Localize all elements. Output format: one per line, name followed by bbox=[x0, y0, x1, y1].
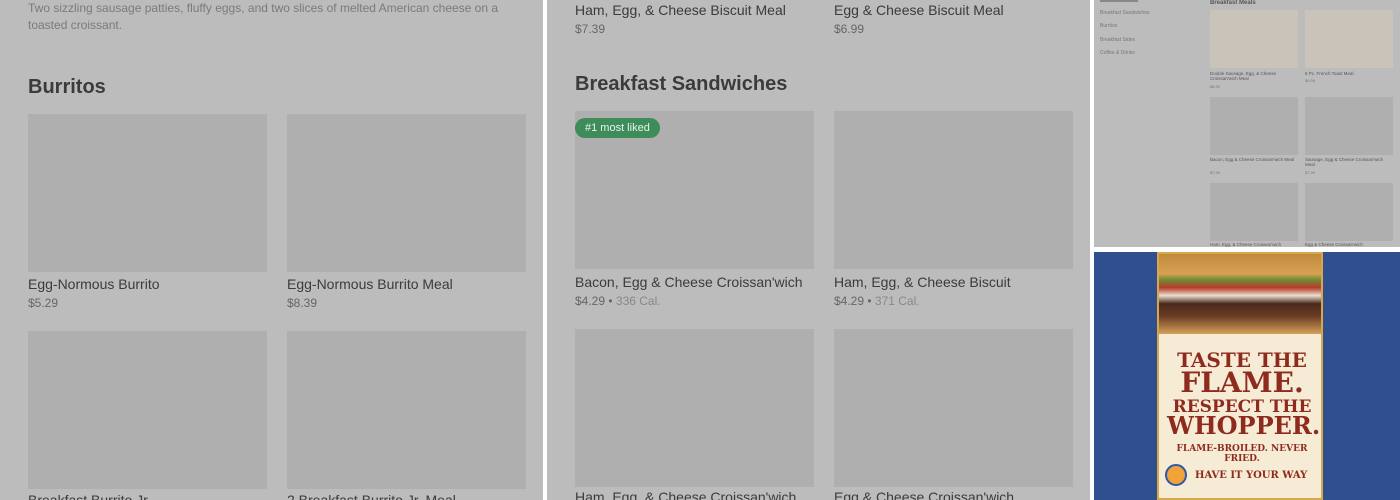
menu-item-name[interactable]: Bacon, Egg & Cheese Croissan'wich bbox=[575, 274, 803, 290]
menu-item-price: $6.99 bbox=[834, 22, 865, 36]
calories: 371 Cal. bbox=[874, 294, 920, 308]
section-title-burritos: Burritos bbox=[28, 76, 106, 98]
poster-photo: TASTE THE FLAME. RESPECT THE WHOPPER. FL… bbox=[1094, 252, 1400, 500]
menu-item-name[interactable]: Ham, Egg, & Cheese Biscuit Meal bbox=[575, 2, 786, 18]
breakfast-sandwiches-panel: Ham, Egg, & Cheese Biscuit Meal $7.39 Eg… bbox=[547, 0, 1090, 500]
menu-item-image[interactable] bbox=[1305, 183, 1393, 241]
nav-item[interactable]: Breakfast Sandwiches bbox=[1100, 10, 1149, 16]
menu-item-price: $4.29 • 336 Cal. bbox=[575, 294, 661, 308]
menu-item-name[interactable]: Ham, Egg, & Cheese Croissan'wich bbox=[1210, 242, 1298, 247]
menu-item-price: $8.39 bbox=[287, 296, 318, 310]
menu-item-price: $8.39 bbox=[1210, 84, 1221, 89]
menu-item-name[interactable]: Ham, Egg, & Cheese Croissan'wich bbox=[575, 489, 796, 500]
menu-item-name[interactable]: Egg-Normous Burrito Meal bbox=[287, 276, 453, 292]
menu-item-name[interactable]: Double Sausage, Egg, & Cheese Croissan'w… bbox=[1210, 71, 1298, 81]
menu-item-image[interactable] bbox=[1305, 10, 1393, 68]
item-description: Two sizzling sausage patties, fluffy egg… bbox=[28, 1, 499, 32]
menu-item-image[interactable] bbox=[1210, 183, 1298, 241]
poster-slogan: HAVE IT YOUR WAY bbox=[1195, 470, 1308, 481]
menu-item-image[interactable] bbox=[287, 331, 526, 489]
nav-item[interactable]: Burritos bbox=[1100, 23, 1117, 29]
menu-item-price: $4.29 • 371 Cal. bbox=[834, 294, 920, 308]
menu-item-image[interactable] bbox=[28, 114, 267, 272]
poster-tagline: FLAME-BROILED. NEVER FRIED. bbox=[1176, 444, 1308, 464]
menu-item-name[interactable]: Sausage, Egg & Cheese Croissan'wich Meal bbox=[1305, 157, 1393, 167]
menu-item-image[interactable] bbox=[834, 111, 1073, 269]
section-title-breakfast-sandwiches: Breakfast Sandwiches bbox=[575, 73, 788, 95]
menu-item-name[interactable]: Egg & Cheese Croissan'wich bbox=[1305, 242, 1393, 247]
menu-item-image[interactable] bbox=[834, 329, 1073, 487]
menu-item-name[interactable]: 2 Breakfast Burrito Jr. Meal bbox=[287, 492, 456, 500]
menu-item-price: $7.39 bbox=[1210, 170, 1221, 175]
price: $4.29 bbox=[575, 294, 606, 308]
nav-active-indicator bbox=[1100, 0, 1138, 2]
calories: 336 Cal. bbox=[615, 294, 661, 308]
breakfast-meals-thumbnail: Breakfast Sandwiches Burritos Breakfast … bbox=[1094, 0, 1400, 247]
menu-item-image[interactable] bbox=[575, 329, 814, 487]
menu-item-price: $7.39 bbox=[575, 22, 606, 36]
poster-headline-line: WHOPPER. bbox=[1167, 411, 1321, 440]
menu-item-price: $5.29 bbox=[28, 296, 59, 310]
whopper-poster: TASTE THE FLAME. RESPECT THE WHOPPER. FL… bbox=[1157, 252, 1323, 500]
most-liked-badge: #1 most liked bbox=[575, 118, 660, 138]
menu-item-image[interactable] bbox=[287, 114, 526, 272]
menu-item-name[interactable]: Egg-Normous Burrito bbox=[28, 276, 160, 292]
section-title: Breakfast Meals bbox=[1210, 0, 1256, 6]
burritos-menu-panel: Two sizzling sausage patties, fluffy egg… bbox=[0, 0, 543, 500]
menu-item-name[interactable]: Egg & Cheese Biscuit Meal bbox=[834, 2, 1004, 18]
menu-item-name[interactable]: Egg & Cheese Croissan'wich bbox=[834, 489, 1014, 500]
nav-item[interactable]: Coffee & Drinks bbox=[1100, 50, 1135, 56]
menu-item-image[interactable] bbox=[1305, 97, 1393, 155]
menu-item-image[interactable] bbox=[1210, 10, 1298, 68]
burger-image bbox=[1159, 254, 1321, 334]
menu-item-name[interactable]: Bacon, Egg & Cheese Croissan'wich Meal bbox=[1210, 157, 1298, 162]
menu-item-name[interactable]: Breakfast Burrito Jr. bbox=[28, 492, 151, 500]
menu-item-price: $7.39 bbox=[1305, 170, 1316, 175]
price: $4.29 bbox=[834, 294, 865, 308]
brand-logo-icon bbox=[1165, 464, 1187, 486]
menu-item-name[interactable]: 5 Pc. French Toast Meal bbox=[1305, 71, 1393, 76]
menu-item-name[interactable]: Ham, Egg, & Cheese Biscuit bbox=[834, 274, 1011, 290]
menu-item-image[interactable] bbox=[1210, 97, 1298, 155]
menu-item-image[interactable] bbox=[28, 331, 267, 489]
poster-headline-line: FLAME. bbox=[1180, 366, 1304, 399]
menu-item-price: $6.09 bbox=[1305, 78, 1316, 83]
nav-item[interactable]: Breakfast Sides bbox=[1100, 37, 1135, 43]
